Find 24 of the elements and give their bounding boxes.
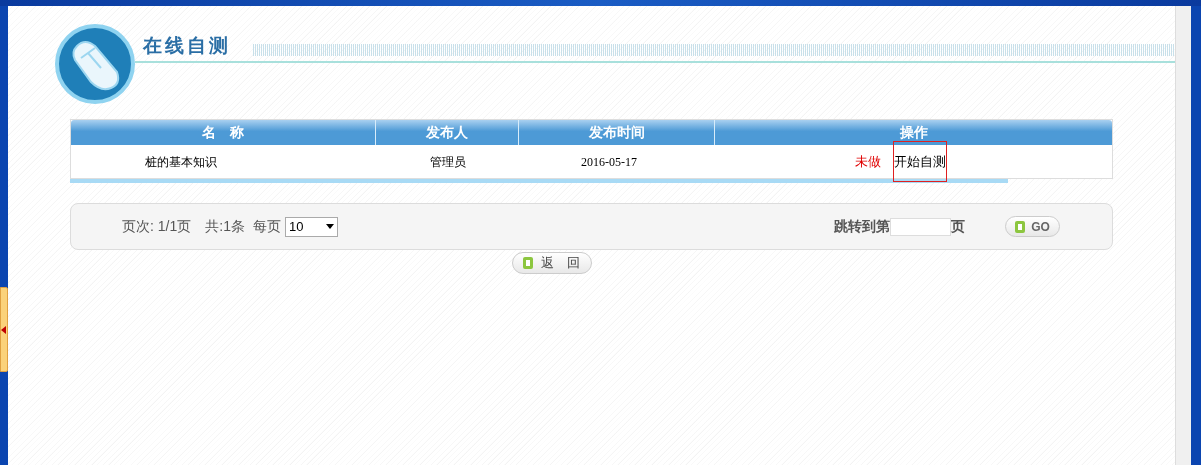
total-count: 共:1条 — [205, 217, 245, 236]
page-suffix: 页 — [951, 217, 965, 236]
page-number-field[interactable] — [890, 217, 951, 236]
column-header: 发布时间 — [519, 120, 715, 145]
jump-label: 跳转到第 — [834, 217, 890, 236]
table-cell: 2016-05-17 — [581, 154, 637, 169]
column-header: 发布人 — [376, 120, 519, 145]
collapse-tab[interactable] — [0, 287, 8, 372]
per-page-label: 每页 — [252, 217, 281, 236]
back-button[interactable]: 返 回 — [511, 252, 592, 274]
column-header: 名 称 — [71, 120, 376, 145]
status-text: 未做 — [855, 152, 881, 171]
table-cell: 桩的基本知识 — [145, 154, 217, 169]
per-page-select[interactable]: 10 — [284, 216, 338, 237]
start-test-link[interactable]: 开始自测 — [894, 141, 946, 182]
page-info: 页次: 1/1页 — [122, 217, 192, 236]
column-header: 操作 — [898, 123, 929, 142]
table-cell: 管理员 — [429, 154, 466, 169]
document-icon — [523, 257, 533, 269]
page-title: 在线自测 — [143, 34, 231, 58]
document-icon — [1015, 220, 1026, 233]
computer-mouse-icon — [55, 24, 135, 104]
scrollbar-track[interactable] — [1175, 6, 1191, 465]
go-button[interactable]: GO — [1005, 216, 1060, 237]
